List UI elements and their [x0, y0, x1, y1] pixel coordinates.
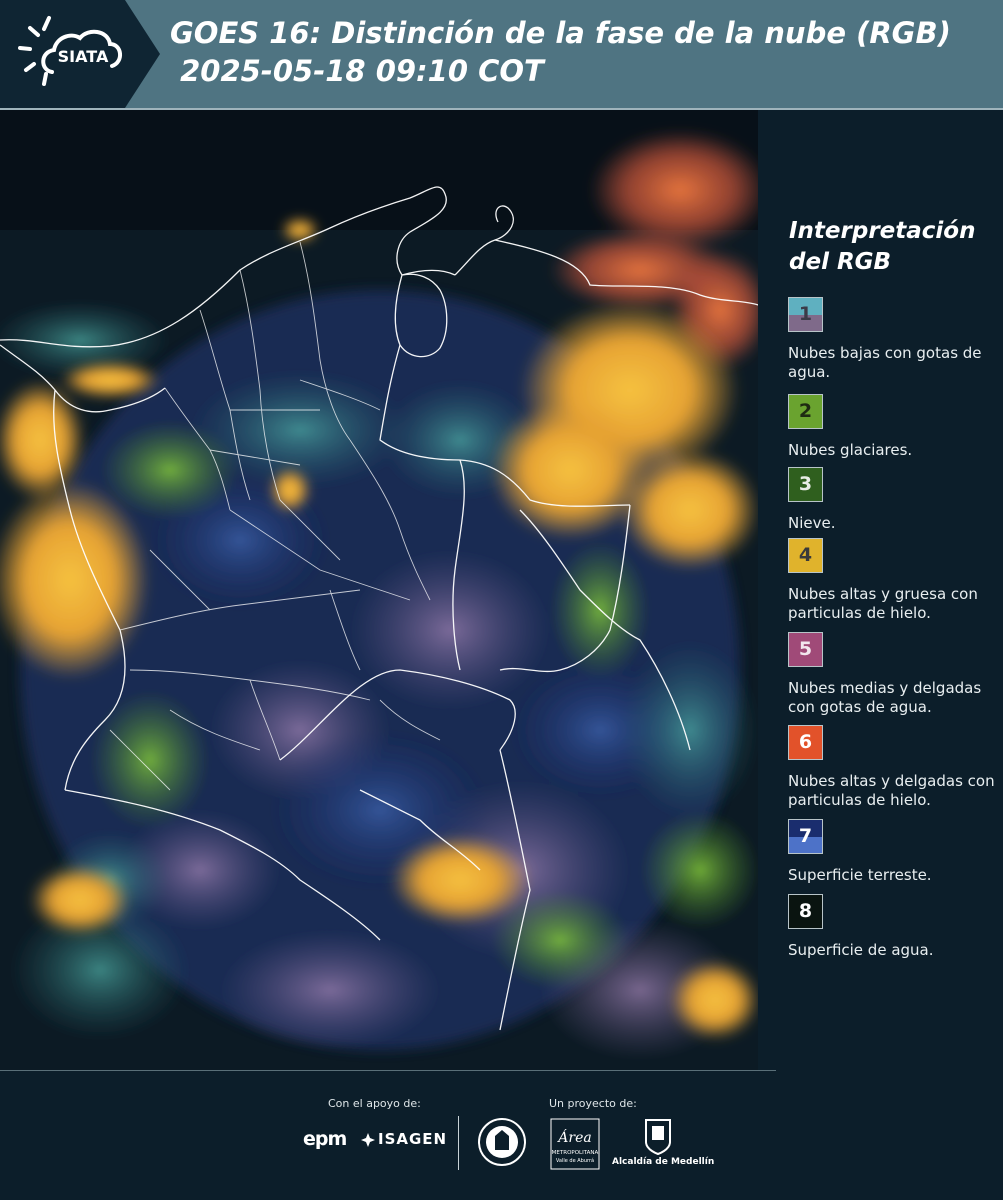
legend-description: Nubes altas y delgadas con particulas de…	[788, 772, 995, 809]
footer: Con el apoyo de: Un proyecto de: epm ISA…	[0, 1070, 1003, 1200]
page-title: GOES 16: Distinción de la fase de la nub…	[170, 16, 951, 88]
legend-number: 4	[798, 544, 813, 566]
satellite-map	[0, 110, 758, 1070]
project-label: Un proyecto de:	[549, 1097, 637, 1110]
area-logo-sub: METROPOLITANA	[552, 1150, 599, 1156]
legend-item-2: 2 Nubes glaciares.	[788, 394, 1003, 460]
legend-title: Interpretación del RGB	[789, 218, 976, 275]
legend-swatch-5: 5	[788, 632, 823, 667]
isagen-icon	[361, 1133, 375, 1147]
legend-swatch-1: 1	[788, 297, 823, 332]
legend-item-5: 5 Nubes medias y delgadas con gotas de a…	[788, 632, 1003, 717]
footer-divider	[0, 1070, 776, 1071]
alcaldia-label: Alcaldía de Medellín	[612, 1157, 715, 1167]
legend-item-4: 4 Nubes altas y gruesa con particulas de…	[788, 538, 1003, 623]
legend-number: 7	[798, 825, 813, 847]
area-metropolitana-logo: Área METROPOLITANA Valle de Aburrá	[550, 1118, 600, 1170]
legend-swatch-8: 8	[788, 894, 823, 929]
legend-description: Nubes medias y delgadas con gotas de agu…	[788, 679, 982, 716]
footer-separator	[458, 1116, 459, 1170]
legend-description: Superficie terreste.	[788, 866, 932, 884]
support-label: Con el apoyo de:	[328, 1097, 421, 1110]
alcaldia-shield-icon	[645, 1119, 671, 1156]
siata-logo: SIATA	[0, 0, 160, 108]
logo-text: SIATA	[58, 47, 109, 66]
epm-logo: epm	[303, 1128, 347, 1150]
legend-number: 1	[798, 303, 813, 325]
legend-number: 2	[798, 400, 813, 422]
legend-description: Nubes glaciares.	[788, 441, 913, 459]
legend-description: Nubes bajas con gotas de agua.	[788, 344, 982, 381]
area-logo-text: Área	[556, 1128, 591, 1146]
legend-swatch-2: 2	[788, 394, 823, 429]
area-logo-sub2: Valle de Aburrá	[556, 1157, 594, 1164]
siata-logo-graphic: SIATA	[0, 0, 160, 108]
satellite-image	[0, 110, 758, 1070]
legend-description: Superficie de agua.	[788, 941, 934, 959]
legend-number: 6	[798, 731, 813, 753]
legend-number: 5	[798, 638, 813, 660]
legend-item-1: 1 Nubes bajas con gotas de agua.	[788, 297, 1003, 382]
legend-description: Nieve.	[788, 514, 836, 532]
legend-item-8: 8 Superficie de agua.	[788, 894, 1003, 960]
legend-swatch-7: 7	[788, 819, 823, 854]
legend-description: Nubes altas y gruesa con particulas de h…	[788, 585, 978, 622]
legend-panel: Interpretación del RGB 1 Nubes bajas con…	[758, 110, 1003, 1070]
universidad-seal-icon	[478, 1118, 526, 1166]
header-bar: SIATA GOES 16: Distinción de la fase de …	[0, 0, 1003, 108]
legend-number: 3	[798, 473, 813, 495]
isagen-logo: ISAGEN	[378, 1130, 448, 1148]
legend-swatch-6: 6	[788, 725, 823, 760]
legend-item-3: 3 Nieve.	[788, 467, 1003, 533]
legend-swatch-3: 3	[788, 467, 823, 502]
legend-item-7: 7 Superficie terreste.	[788, 819, 1003, 885]
legend-swatch-4: 4	[788, 538, 823, 573]
legend-number: 8	[798, 900, 813, 922]
legend-item-6: 6 Nubes altas y delgadas con particulas …	[788, 725, 1003, 810]
